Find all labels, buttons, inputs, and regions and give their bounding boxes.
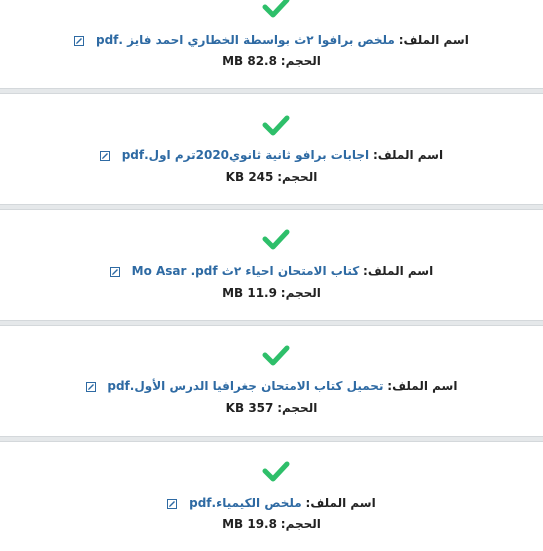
edit-icon[interactable] <box>167 498 178 509</box>
file-name-label: اسم الملف: <box>387 379 458 393</box>
file-card: اسم الملف: ملخص الكيمياء.pdf الحجم: 19.8… <box>0 442 543 551</box>
edit-icon[interactable] <box>99 150 110 161</box>
file-size-line: الحجم: 245 KB <box>0 167 543 187</box>
file-name-line: اسم الملف: ملخص الكيمياء.pdf <box>0 493 543 513</box>
file-name-label: اسم الملف: <box>305 496 376 510</box>
file-size-value: 11.9 MB <box>222 286 277 300</box>
file-size-label: الحجم: <box>277 170 318 184</box>
file-size-label: الحجم: <box>280 54 321 68</box>
file-size-line: الحجم: 11.9 MB <box>0 283 543 303</box>
file-card: اسم الملف: تحميل كتاب الامتحان جغرافيا ا… <box>0 326 543 436</box>
file-name-link[interactable]: تحميل كتاب الامتحان جغرافيا الدرس الأول.… <box>107 379 383 393</box>
file-name-line: اسم الملف: كتاب الامتحان احياء ٢ث Mo Asa… <box>0 261 543 281</box>
file-size-value: 82.8 MB <box>222 54 277 68</box>
file-size-line: الحجم: 82.8 MB <box>0 51 543 71</box>
check-icon <box>262 461 290 482</box>
check-icon <box>262 345 290 366</box>
file-size-label: الحجم: <box>280 286 321 300</box>
file-name-link[interactable]: ملخص برافوا ٢ث بواسطة الخطاري احمد فايز … <box>96 33 395 47</box>
check-icon <box>262 115 290 136</box>
file-size-line: الحجم: 19.8 MB <box>0 514 543 534</box>
file-card: اسم الملف: كتاب الامتحان احياء ٢ث Mo Asa… <box>0 210 543 320</box>
file-card: اسم الملف: اجابات برافو ثانية ثانوي2020ت… <box>0 94 543 204</box>
file-card: اسم الملف: ملخص برافوا ٢ث بواسطة الخطاري… <box>0 0 543 88</box>
file-name-label: اسم الملف: <box>372 148 444 162</box>
file-name-link[interactable]: ملخص الكيمياء.pdf <box>189 496 302 510</box>
edit-icon[interactable] <box>109 266 120 277</box>
file-name-label: اسم الملف: <box>398 33 469 47</box>
file-name-line: اسم الملف: تحميل كتاب الامتحان جغرافيا ا… <box>0 376 543 396</box>
check-icon <box>262 229 290 250</box>
file-size-label: الحجم: <box>277 401 318 415</box>
file-name-line: اسم الملف: اجابات برافو ثانية ثانوي2020ت… <box>0 145 543 165</box>
edit-icon[interactable] <box>74 35 85 46</box>
file-name-line: اسم الملف: ملخص برافوا ٢ث بواسطة الخطاري… <box>0 30 543 50</box>
edit-icon[interactable] <box>85 381 96 392</box>
check-icon <box>262 0 290 18</box>
file-size-value: 245 KB <box>225 170 274 184</box>
file-size-line: الحجم: 357 KB <box>0 398 543 418</box>
file-name-link[interactable]: كتاب الامتحان احياء ٢ث Mo Asar .pdf <box>132 264 360 278</box>
file-size-value: 357 KB <box>225 401 274 415</box>
file-name-link[interactable]: اجابات برافو ثانية ثانوي2020ترم اول.pdf <box>122 148 369 162</box>
file-size-value: 19.8 MB <box>222 517 277 531</box>
file-name-label: اسم الملف: <box>363 264 434 278</box>
file-size-label: الحجم: <box>280 517 321 531</box>
